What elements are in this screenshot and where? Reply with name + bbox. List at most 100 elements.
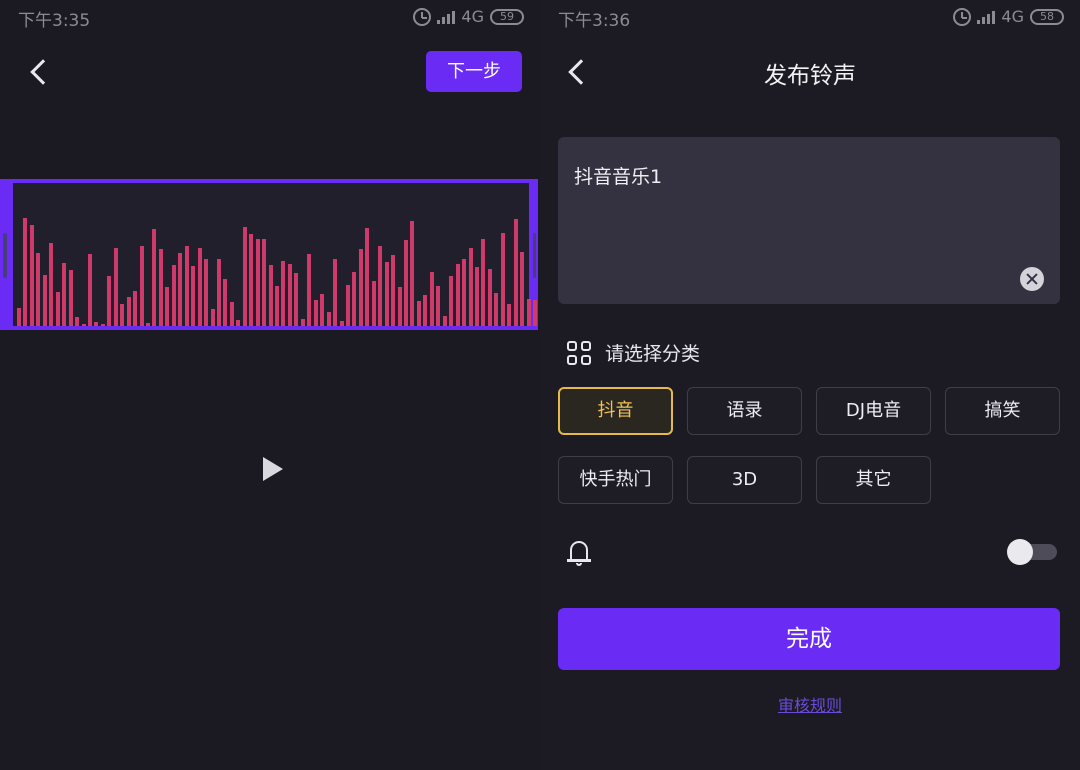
back-button[interactable] [22, 52, 62, 92]
review-rules-link[interactable]: 审核规则 [540, 692, 1080, 716]
waveform-bar [526, 299, 531, 326]
category-chip-funny[interactable]: 搞笑 [945, 387, 1060, 435]
done-button[interactable]: 完成 [558, 608, 1060, 670]
waveform-bar [42, 275, 47, 326]
waveform-bar [126, 297, 131, 326]
next-step-button[interactable]: 下一步 [426, 51, 522, 92]
status-bar: 下午3:36 4G 58 [540, 0, 1080, 34]
waveform-bar [449, 276, 454, 326]
waveform-bar [113, 248, 118, 326]
waveform-bar [68, 270, 73, 326]
waveform-bar [339, 321, 344, 326]
waveform-bar [287, 264, 292, 326]
toggle-knob [1007, 539, 1033, 565]
alarm-icon [953, 7, 972, 26]
ringtone-name-field[interactable]: 抖音音乐1 [558, 137, 1060, 304]
waveform-bar [249, 234, 254, 326]
ringtone-toggle[interactable] [1007, 539, 1057, 565]
waveform-bar [165, 287, 170, 326]
waveform-bar [410, 221, 415, 326]
waveform-bar [107, 276, 112, 326]
waveform-bar [36, 253, 41, 326]
clear-icon[interactable] [1020, 267, 1044, 291]
waveform-bar [326, 312, 331, 326]
waveform-bar [29, 225, 34, 326]
category-chip-kuaishou[interactable]: 快手热门 [558, 456, 673, 504]
network-type: 4G [1001, 7, 1024, 26]
waveform-bar [197, 248, 202, 326]
waveform-bar [75, 317, 80, 326]
battery-icon: 59 [490, 8, 524, 25]
waveform-bar [171, 265, 176, 326]
waveform-bar [262, 239, 267, 326]
waveform-bar [294, 273, 299, 326]
waveform-bar [242, 227, 247, 326]
bell-icon [567, 539, 591, 567]
waveform-bar [384, 262, 389, 326]
waveform-bar [533, 300, 537, 326]
waveform-bar [191, 266, 196, 326]
waveform-bar [365, 228, 370, 326]
waveform-bar [391, 255, 396, 326]
status-icons: 4G 59 [413, 7, 524, 26]
waveform-bar [429, 272, 434, 326]
waveform-trimmer[interactable] [0, 179, 538, 330]
waveform-bar [229, 302, 234, 326]
category-chip-douyin[interactable]: 抖音 [558, 387, 673, 435]
waveform-bar [500, 233, 505, 326]
waveform-bar [333, 259, 338, 326]
category-chip-other[interactable]: 其它 [816, 456, 931, 504]
ringtone-name-value[interactable]: 抖音音乐1 [574, 162, 662, 189]
status-icons: 4G 58 [953, 7, 1064, 26]
play-icon [263, 457, 283, 481]
waveform-bar [17, 308, 21, 326]
waveform-bar [146, 323, 150, 326]
waveform-bar [416, 301, 421, 326]
waveform-bar [455, 264, 460, 326]
page-title: 发布铃声 [764, 63, 856, 89]
waveform-bar [184, 246, 189, 326]
chevron-left-icon [30, 59, 56, 85]
status-bar: 下午3:35 4G 59 [0, 0, 540, 34]
waveform-bar [468, 248, 473, 326]
trim-handle-left[interactable] [3, 233, 7, 278]
waveform-bar [371, 281, 376, 326]
category-chip-quotes[interactable]: 语录 [687, 387, 802, 435]
signal-icon [437, 10, 456, 24]
waveform-bar [133, 291, 138, 326]
network-type: 4G [461, 7, 484, 26]
waveform-bar [423, 295, 428, 326]
waveform-bar [358, 249, 363, 326]
waveform-bar [23, 218, 28, 326]
waveform-bar [94, 322, 99, 326]
waveform-bar [158, 249, 163, 326]
trim-handle-right[interactable] [533, 233, 536, 278]
status-time: 下午3:35 [18, 11, 91, 31]
waveform-bar [300, 319, 305, 326]
category-chip-dj[interactable]: DJ电音 [816, 387, 931, 435]
battery-icon: 58 [1030, 8, 1064, 25]
waveform-bar [313, 300, 318, 326]
waveform-bar [204, 259, 209, 326]
waveform-bar [345, 285, 350, 326]
waveform-bar [307, 254, 312, 326]
waveform-bars [17, 183, 537, 326]
grid-icon [567, 340, 591, 365]
waveform-bar [49, 243, 54, 326]
publish-ringtone-screen: 下午3:36 4G 58 发布铃声 抖音音乐1 请选择分类 抖音 语录 DJ电音… [540, 0, 1080, 770]
waveform-bar [436, 286, 441, 326]
waveform-bar [62, 263, 67, 326]
waveform-bar [87, 254, 92, 326]
waveform-bar [442, 316, 447, 326]
waveform-bar [507, 304, 512, 326]
play-button[interactable] [255, 452, 289, 486]
waveform-bar [281, 261, 286, 326]
category-chip-3d[interactable]: 3D [687, 456, 802, 504]
waveform-bar [404, 240, 408, 326]
waveform-bar [320, 294, 325, 326]
waveform-bar [139, 246, 144, 326]
waveform-bar [255, 239, 260, 326]
waveform-bar [520, 252, 525, 326]
waveform-bar [494, 293, 499, 326]
waveform-bar [236, 320, 241, 326]
